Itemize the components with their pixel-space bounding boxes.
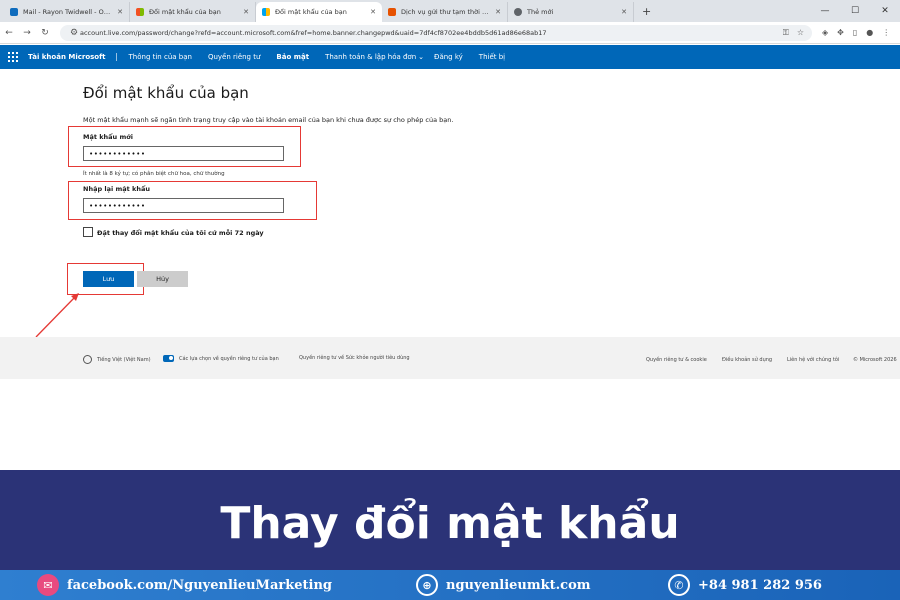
close-window-icon[interactable]: ✕ xyxy=(870,0,900,22)
browser-tab-change-password-active[interactable]: Đổi mật khẩu của bạn ✕ xyxy=(256,2,382,22)
page-title: Đổi mật khẩu của bạn xyxy=(83,84,249,102)
privacy-toggle-icon xyxy=(163,355,174,362)
page-footer: Tiếng Việt (Việt Nam) Các lựa chọn về qu… xyxy=(0,337,900,379)
page: Mail - Rayon Twidwell - Outlook ✕ Đổi mậ… xyxy=(0,0,900,600)
new-tab-plus-icon[interactable]: + xyxy=(634,2,659,22)
nav-item-privacy[interactable]: Quyền riêng tư xyxy=(200,53,268,61)
nav-item-payment-billing[interactable]: Thanh toán & lập hóa đơn xyxy=(317,53,424,61)
bookmark-star-icon[interactable]: ☆ xyxy=(797,28,804,38)
site-info-icon[interactable]: ⚙ xyxy=(68,28,80,38)
extensions-area: ◈ ✥ ▯ ● ⋮ xyxy=(822,28,890,37)
browser-tab-strip: Mail - Rayon Twidwell - Outlook ✕ Đổi mậ… xyxy=(0,0,900,22)
new-password-label: Mật khẩu mới xyxy=(83,133,133,141)
terms-link[interactable]: Điều khoản sử dụng xyxy=(722,357,772,363)
close-icon[interactable]: ✕ xyxy=(495,8,501,16)
maximize-icon[interactable]: ☐ xyxy=(840,0,870,22)
contact-bar: ✉ facebook.com/NguyenlieuMarketing ⊕ ngu… xyxy=(0,570,900,600)
confirm-password-label: Nhập lại mật khẩu xyxy=(83,185,150,193)
microsoft-logo-icon xyxy=(262,8,270,16)
app-launcher-icon[interactable] xyxy=(8,52,18,62)
facebook-contact: ✉ facebook.com/NguyenlieuMarketing xyxy=(37,574,332,596)
website-contact: ⊕ nguyenlieumkt.com xyxy=(416,574,591,596)
title-banner: Thay đổi mật khẩu xyxy=(0,470,900,570)
close-icon[interactable]: ✕ xyxy=(621,8,627,16)
cancel-button[interactable]: Hủy xyxy=(137,271,188,287)
language-selector[interactable]: Tiếng Việt (Việt Nam) xyxy=(83,355,151,364)
tab-title: Đổi mật khẩu của bạn xyxy=(149,8,221,16)
tab-title: Dịch vụ gửi thư tạm thời miễn phí xyxy=(401,8,491,16)
confirm-password-input[interactable]: •••••••••••• xyxy=(83,198,284,213)
health-privacy-link[interactable]: Quyền riêng tư về Sức khỏe người tiêu dù… xyxy=(299,355,410,361)
browser-tab-new-tab[interactable]: Thẻ mới ✕ xyxy=(508,2,634,22)
chevron-down-icon[interactable]: ⌄ xyxy=(418,53,426,61)
close-icon[interactable]: ✕ xyxy=(370,8,376,16)
expire-password-checkbox[interactable] xyxy=(83,227,93,237)
tab-title: Đổi mật khẩu của bạn xyxy=(275,8,347,16)
extension-icon[interactable]: ◈ xyxy=(822,28,828,37)
phone-text: +84 981 282 956 xyxy=(698,577,822,593)
microsoft-logo-icon xyxy=(136,8,144,16)
nav-item-devices[interactable]: Thiết bị xyxy=(471,53,513,61)
privacy-choices-link[interactable]: Các lựa chọn về quyền riêng tư của bạn xyxy=(163,355,279,362)
close-icon[interactable]: ✕ xyxy=(117,8,123,16)
nav-item-your-info[interactable]: Thông tin của bạn xyxy=(121,53,200,61)
phone-icon: ✆ xyxy=(668,574,690,596)
language-label: Tiếng Việt (Việt Nam) xyxy=(97,356,151,363)
expire-password-label: Đặt thay đổi mật khẩu của tôi cứ mỗi 72 … xyxy=(97,229,264,237)
tab-title: Mail - Rayon Twidwell - Outlook xyxy=(23,8,113,16)
browser-tab-outlook[interactable]: Mail - Rayon Twidwell - Outlook ✕ xyxy=(4,2,130,22)
nav-item-subscriptions[interactable]: Đăng ký xyxy=(426,53,471,61)
banner-title: Thay đổi mật khẩu xyxy=(220,497,680,549)
temp-mail-icon xyxy=(388,8,396,16)
new-password-input[interactable]: •••••••••••• xyxy=(83,146,284,161)
window-controls: — ☐ ✕ xyxy=(810,0,900,22)
url-text: account.live.com/password/change?refd=ac… xyxy=(80,28,547,37)
browser-tab-temp-mail[interactable]: Dịch vụ gửi thư tạm thời miễn phí ✕ xyxy=(382,2,508,22)
tab-title: Thẻ mới xyxy=(527,8,554,16)
privacy-choices-text: Các lựa chọn về quyền riêng tư của bạn xyxy=(179,355,279,362)
back-arrow-icon[interactable]: ← xyxy=(0,28,18,38)
reload-icon[interactable]: ↻ xyxy=(36,28,54,38)
menu-kebab-icon[interactable]: ⋮ xyxy=(882,28,890,37)
phone-contact: ✆ +84 981 282 956 xyxy=(668,574,822,596)
profile-icon[interactable]: ● xyxy=(866,28,873,37)
extension-puzzle-icon[interactable]: ✥ xyxy=(837,28,844,37)
mail-icon: ✉ xyxy=(37,574,59,596)
facebook-text: facebook.com/NguyenlieuMarketing xyxy=(67,577,332,593)
save-button[interactable]: Lưu xyxy=(83,271,134,287)
privacy-cookies-link[interactable]: Quyền riêng tư & cookie xyxy=(646,357,707,363)
outlook-icon xyxy=(10,8,18,16)
intro-text: Một mật khẩu mạnh sẽ ngăn tình trạng tru… xyxy=(83,116,454,124)
close-icon[interactable]: ✕ xyxy=(243,8,249,16)
website-text: nguyenlieumkt.com xyxy=(446,577,591,593)
minimize-icon[interactable]: — xyxy=(810,0,840,22)
password-key-icon[interactable]: ⚿ xyxy=(783,28,789,38)
microsoft-account-nav: Tài khoản Microsoft Thông tin của bạn Qu… xyxy=(0,45,900,69)
contact-link[interactable]: Liên hệ với chúng tôi xyxy=(787,357,839,363)
brand-title[interactable]: Tài khoản Microsoft xyxy=(28,53,117,61)
browser-tab-change-password-1[interactable]: Đổi mật khẩu của bạn ✕ xyxy=(130,2,256,22)
forward-arrow-icon[interactable]: → xyxy=(18,28,36,38)
chrome-icon xyxy=(514,8,522,16)
split-view-icon[interactable]: ▯ xyxy=(853,28,857,37)
password-hint: Ít nhất là 8 ký tự; có phân biệt chữ hoa… xyxy=(83,171,225,177)
browser-toolbar: ← → ↻ ⚙ account.live.com/password/change… xyxy=(0,22,900,44)
globe-icon xyxy=(83,355,92,364)
globe-icon: ⊕ xyxy=(416,574,438,596)
address-bar[interactable]: ⚙ account.live.com/password/change?refd=… xyxy=(60,24,812,41)
omnibox-icons: ⚿ ☆ xyxy=(783,28,804,38)
copyright-text: © Microsoft 2026 xyxy=(853,357,897,363)
nav-item-security[interactable]: Bảo mật xyxy=(268,53,317,61)
